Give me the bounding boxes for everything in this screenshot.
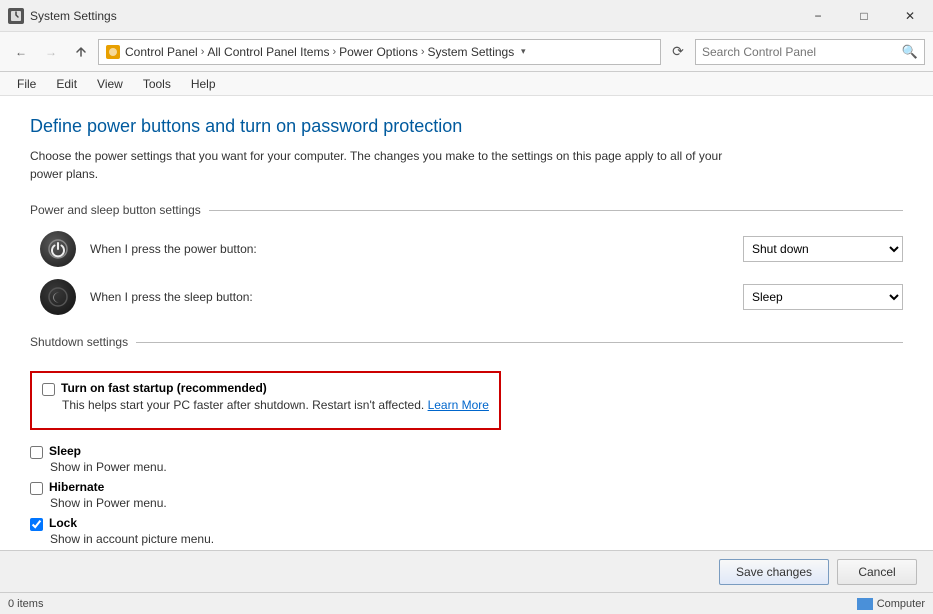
shutdown-section-divider (136, 342, 903, 343)
page-description: Choose the power settings that you want … (30, 147, 730, 183)
sleep-button-icon (40, 279, 76, 315)
hibernate-checkbox-row: Hibernate (30, 480, 903, 495)
lock-checkbox-desc: Show in account picture menu. (50, 532, 903, 546)
section-divider (209, 210, 903, 211)
sleep-checkbox-section: Sleep Show in Power menu. (30, 444, 903, 474)
back-button[interactable]: ← (8, 39, 34, 65)
address-bar: ← → Control Panel › All Control Panel It… (0, 32, 933, 72)
hibernate-checkbox-section: Hibernate Show in Power menu. (30, 480, 903, 510)
address-path[interactable]: Control Panel › All Control Panel Items … (98, 39, 661, 65)
hibernate-checkbox-desc: Show in Power menu. (50, 496, 903, 510)
up-button[interactable] (68, 39, 94, 65)
sleep-checkbox-row: Sleep (30, 444, 903, 459)
lock-checkbox-row: Lock (30, 516, 903, 531)
shutdown-settings-section: Shutdown settings Turn on fast startup (… (30, 335, 903, 546)
shutdown-section-header: Shutdown settings (30, 335, 903, 349)
fast-startup-box: Turn on fast startup (recommended) This … (30, 371, 501, 430)
items-count: 0 items (8, 598, 43, 610)
status-bar: 0 items Computer (0, 592, 933, 614)
search-box: 🔍 (695, 39, 925, 65)
power-sleep-section-label: Power and sleep button settings (30, 203, 201, 217)
power-button-row: When I press the power button: Shut down… (40, 231, 903, 267)
sleep-checkbox-desc: Show in Power menu. (50, 460, 903, 474)
path-power-options: Power Options (339, 45, 418, 59)
sleep-button-dropdown[interactable]: Sleep Hibernate Turn off the display Do … (743, 284, 903, 310)
path-all-items: All Control Panel Items (207, 45, 329, 59)
search-icon-button[interactable]: 🔍 (902, 44, 918, 60)
save-changes-button[interactable]: Save changes (719, 559, 829, 585)
window-title: System Settings (30, 9, 117, 23)
forward-button[interactable]: → (38, 39, 64, 65)
path-system-settings: System Settings (428, 45, 515, 59)
minimize-button[interactable]: − (795, 0, 841, 32)
menu-help[interactable]: Help (182, 74, 225, 94)
hibernate-checkbox-label: Hibernate (49, 480, 104, 494)
hibernate-checkbox[interactable] (30, 482, 43, 495)
status-right: Computer (857, 598, 925, 610)
app-icon (8, 8, 24, 24)
maximize-button[interactable]: □ (841, 0, 887, 32)
power-sleep-section-header: Power and sleep button settings (30, 203, 903, 217)
path-control-panel: Control Panel (125, 45, 198, 59)
fast-startup-desc: This helps start your PC faster after sh… (62, 398, 489, 412)
search-input[interactable] (702, 45, 898, 59)
path-dropdown-button[interactable]: ▾ (514, 39, 532, 65)
lock-checkbox[interactable] (30, 518, 43, 531)
sleep-checkbox[interactable] (30, 446, 43, 459)
computer-label: Computer (877, 598, 925, 610)
computer-icon (857, 598, 873, 610)
fast-startup-checkbox[interactable] (42, 383, 55, 396)
learn-more-link[interactable]: Learn More (428, 398, 489, 412)
lock-checkbox-section: Lock Show in account picture menu. (30, 516, 903, 546)
bottom-bar: Save changes Cancel (0, 550, 933, 592)
fast-startup-label: Turn on fast startup (recommended) (61, 381, 267, 395)
sleep-button-row: When I press the sleep button: Sleep Hib… (40, 279, 903, 315)
title-controls: − □ ✕ (795, 0, 933, 32)
page-title: Define power buttons and turn on passwor… (30, 116, 903, 137)
sleep-button-label: When I press the sleep button: (90, 290, 729, 304)
refresh-button[interactable]: ⟳ (665, 39, 691, 65)
close-button[interactable]: ✕ (887, 0, 933, 32)
lock-checkbox-label: Lock (49, 516, 77, 530)
cancel-button[interactable]: Cancel (837, 559, 917, 585)
menu-edit[interactable]: Edit (47, 74, 86, 94)
power-button-dropdown[interactable]: Shut down Sleep Hibernate Turn off the d… (743, 236, 903, 262)
main-content: Define power buttons and turn on passwor… (0, 96, 933, 550)
fast-startup-row: Turn on fast startup (recommended) (42, 381, 489, 396)
power-button-icon (40, 231, 76, 267)
sleep-checkbox-label: Sleep (49, 444, 81, 458)
menu-tools[interactable]: Tools (134, 74, 180, 94)
power-button-label: When I press the power button: (90, 242, 729, 256)
shutdown-section-label: Shutdown settings (30, 335, 128, 349)
title-bar-left: System Settings (8, 8, 117, 24)
menu-bar: File Edit View Tools Help (0, 72, 933, 96)
menu-file[interactable]: File (8, 74, 45, 94)
menu-view[interactable]: View (88, 74, 132, 94)
title-bar: System Settings − □ ✕ (0, 0, 933, 32)
